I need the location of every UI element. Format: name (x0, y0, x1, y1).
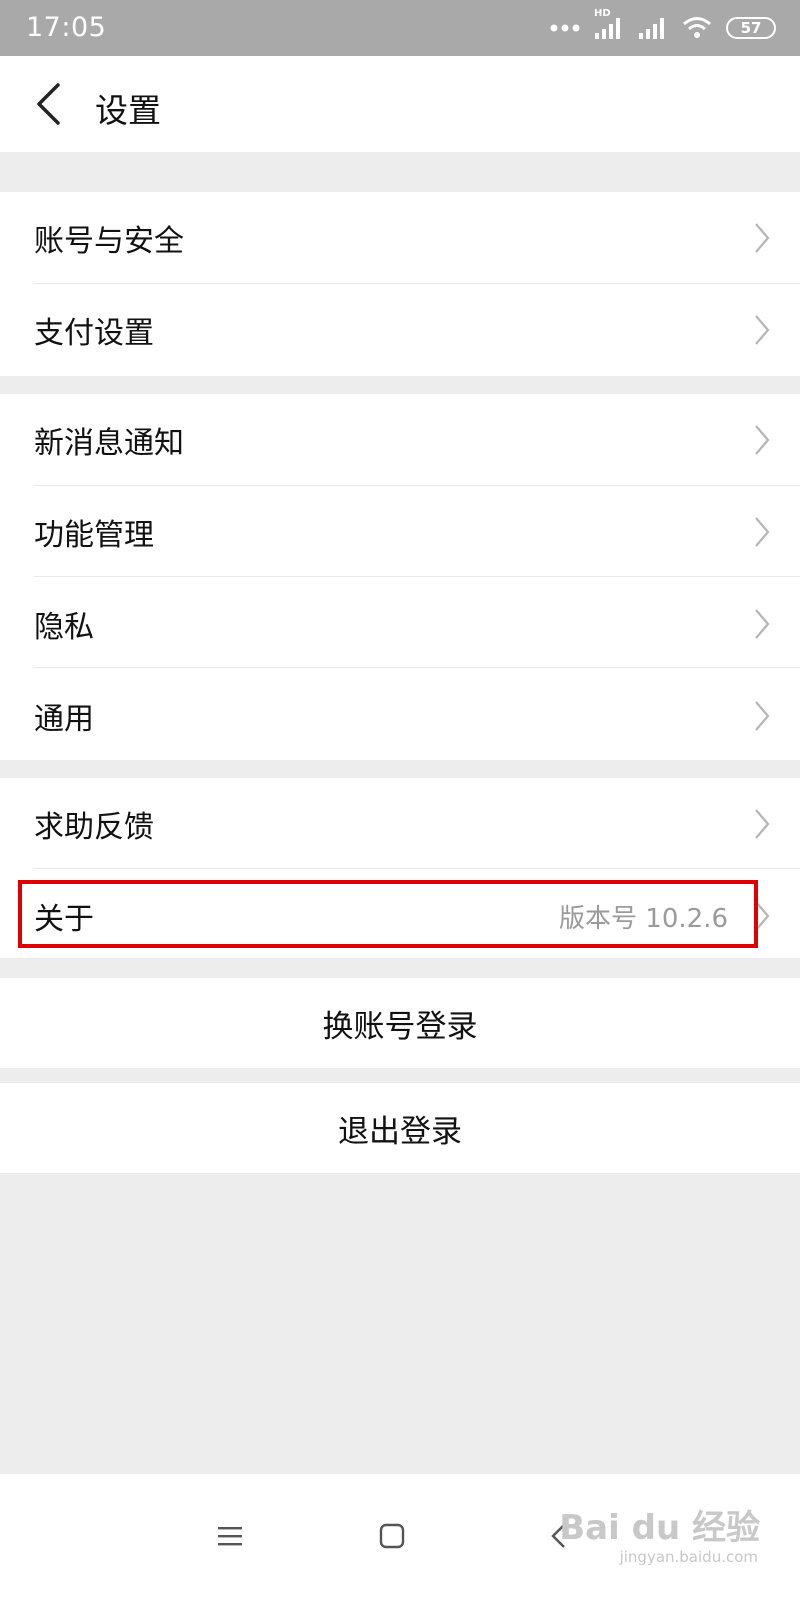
dots-icon (550, 23, 580, 33)
settings-group-account: 账号与安全 支付设置 (0, 192, 800, 376)
settings-item-label: 隐私 (34, 610, 94, 645)
settings-item-privacy[interactable]: 隐私 (0, 578, 800, 670)
divider (34, 576, 800, 577)
settings-item-about[interactable]: 关于 版本号 10.2.6 (0, 870, 800, 962)
settings-group-help: 求助反馈 关于 版本号 10.2.6 (0, 778, 800, 958)
chevron-right-icon (754, 314, 770, 350)
home-icon[interactable] (370, 1514, 414, 1558)
page-title: 设置 (95, 91, 161, 130)
status-icons: HD 57 (550, 8, 776, 44)
signal-icon: HD (594, 8, 624, 40)
chevron-left-icon[interactable] (22, 78, 74, 130)
chevron-right-icon (754, 608, 770, 644)
settings-item-label: 账号与安全 (34, 224, 184, 259)
chevron-right-icon (754, 222, 770, 258)
settings-item-general[interactable]: 通用 (0, 670, 800, 762)
battery-icon: 57 (726, 17, 776, 39)
chevron-right-icon (754, 516, 770, 552)
logout-button[interactable]: 退出登录 (0, 1083, 800, 1173)
divider (34, 667, 800, 668)
settings-group-general: 新消息通知 功能管理 隐私 通用 (0, 394, 800, 760)
settings-item-label: 求助反馈 (34, 810, 154, 845)
settings-item-payment[interactable]: 支付设置 (0, 284, 800, 376)
switch-account-label: 换账号登录 (322, 1008, 478, 1045)
chevron-right-icon (754, 700, 770, 736)
settings-item-features[interactable]: 功能管理 (0, 486, 800, 578)
divider (34, 868, 800, 869)
settings-item-account-security[interactable]: 账号与安全 (0, 192, 800, 284)
settings-item-label: 通用 (34, 702, 94, 737)
chevron-right-icon (754, 808, 770, 844)
chevron-right-icon (754, 424, 770, 460)
signal-icon (638, 16, 668, 40)
settings-item-feedback[interactable]: 求助反馈 (0, 778, 800, 870)
menu-icon[interactable] (208, 1514, 252, 1558)
header: 设置 (0, 56, 800, 152)
switch-account-button[interactable]: 换账号登录 (0, 978, 800, 1068)
chevron-right-icon (754, 900, 770, 936)
settings-item-label: 新消息通知 (34, 426, 184, 461)
settings-item-notifications[interactable]: 新消息通知 (0, 394, 800, 486)
settings-item-label: 关于 (34, 902, 94, 937)
network-label: HD (594, 8, 611, 19)
watermark: Bai du 经验 (559, 1508, 760, 1548)
settings-item-label: 功能管理 (34, 518, 154, 553)
watermark-sub: jingyan.baidu.com (619, 1548, 758, 1566)
wifi-icon (682, 16, 712, 40)
settings-item-label: 支付设置 (34, 316, 154, 351)
status-time: 17:05 (26, 12, 107, 43)
logout-label: 退出登录 (338, 1113, 462, 1150)
version-value: 版本号 10.2.6 (559, 903, 728, 934)
status-bar: 17:05 HD 57 (0, 0, 800, 56)
